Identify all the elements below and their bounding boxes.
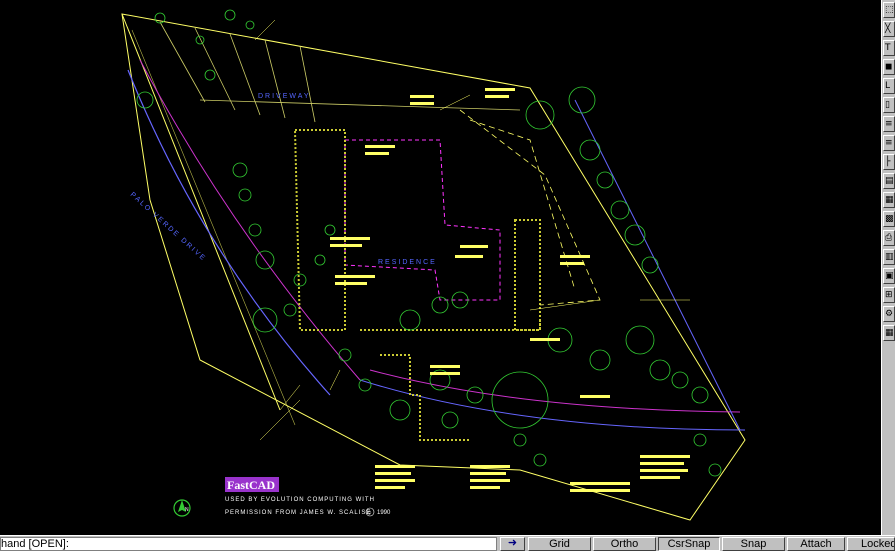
street-line-2 [139, 59, 361, 381]
credit-line-1: USED BY EVOLUTION COMPUTING WITH [225, 497, 375, 503]
hatch-icon[interactable]: ▤ [883, 173, 895, 189]
right-arrow-icon[interactable]: ➜ [500, 537, 525, 551]
list-icon[interactable]: ≡ [883, 116, 895, 132]
credit-line-2: PERMISSION FROM JAMES W. SCALISE [225, 510, 371, 516]
residence-label: RESIDENCE [378, 259, 437, 266]
fastcad-logo: FastCAD [227, 478, 275, 492]
layer-icon[interactable]: ▦ [883, 192, 895, 208]
grid-icon[interactable]: ▦ [883, 325, 895, 341]
settings-icon[interactable]: ⚙ [883, 306, 895, 322]
color-icon[interactable]: ▩ [883, 211, 895, 227]
print-icon[interactable]: ⎙ [883, 230, 895, 246]
pan-icon[interactable]: ⊞ [883, 287, 895, 303]
snap-icon[interactable]: ◼ [883, 59, 895, 75]
locked-button[interactable]: Locked [847, 537, 895, 551]
copy-icon[interactable]: ▯ [883, 97, 895, 113]
cad-drawing-canvas[interactable]: DRIVEWAY RESIDENCE PALO VERDE DRIVE Fast… [0, 0, 881, 535]
snap-button[interactable]: Snap [722, 537, 785, 551]
copyright-symbol: © [368, 510, 372, 517]
cross-icon[interactable]: ╳ [883, 21, 895, 37]
north-arrow-letter: N [185, 507, 189, 513]
dimension-icon[interactable]: ├ [883, 154, 895, 170]
driveway-label: DRIVEWAY [258, 93, 311, 100]
grid-button[interactable]: Grid [528, 537, 591, 551]
attach-button[interactable]: Attach [787, 537, 845, 551]
vegetation-group [136, 9, 722, 477]
credit-year: 1990 [377, 510, 391, 516]
street-line-1 [127, 69, 331, 396]
right-toolbar: ⬚ ╳ T ◼ L ▯ ≡ ≡ ├ ▤ ▦ ▩ ⎙ ▥ ▣ ⊞ ⚙ ▦ [881, 0, 895, 535]
text-icon[interactable]: T [883, 40, 895, 56]
view-icon[interactable]: ▣ [883, 268, 895, 284]
property-boundary [121, 13, 746, 521]
ortho-button[interactable]: Ortho [593, 537, 656, 551]
command-line-input[interactable]: hand [OPEN]: [0, 537, 497, 551]
site-plan-drawing[interactable]: DRIVEWAY RESIDENCE PALO VERDE DRIVE Fast… [0, 0, 881, 535]
list-icon-2[interactable]: ≡ [883, 135, 895, 151]
statusbar: hand [OPEN]: ➜ Grid Ortho CsrSnap Snap A… [0, 535, 895, 551]
street-label: PALO VERDE DRIVE [129, 191, 208, 263]
csrsnap-button[interactable]: CsrSnap [658, 537, 720, 551]
zoom-icon[interactable]: ▥ [883, 249, 895, 265]
pointer-icon[interactable]: ⬚ [883, 2, 895, 18]
line-icon[interactable]: L [883, 78, 895, 94]
